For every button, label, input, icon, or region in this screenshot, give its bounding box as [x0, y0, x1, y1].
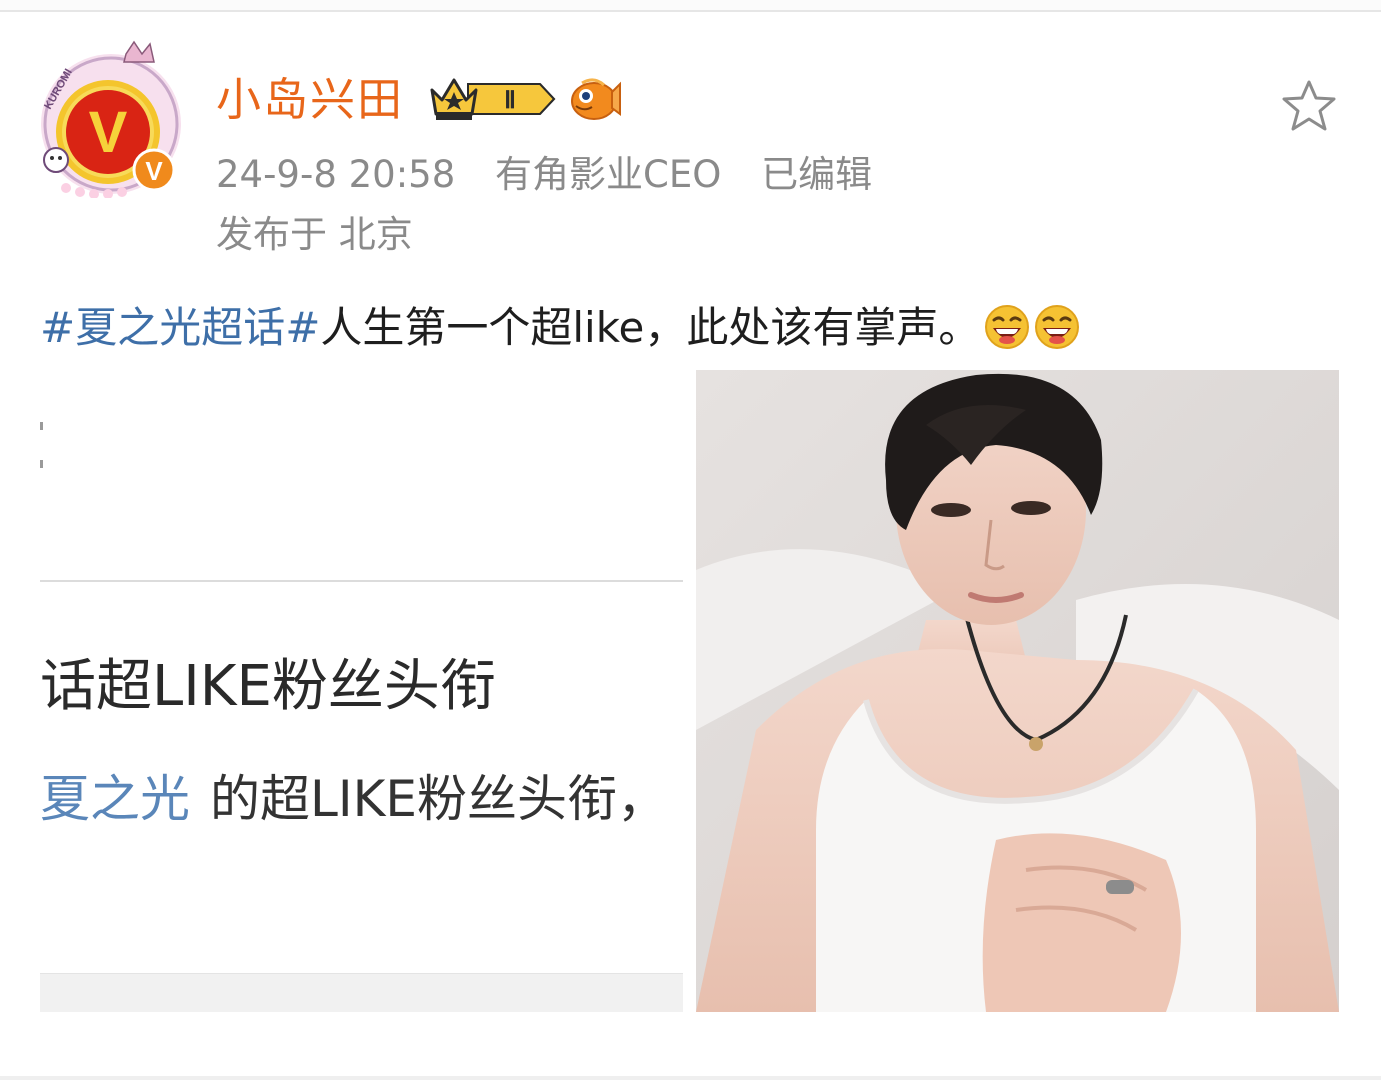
- post-content: #夏之光超话#人生第一个超like，此处该有掌声。: [40, 300, 1080, 356]
- crop-mark: [40, 460, 43, 468]
- image-desc-link: 夏之光: [40, 770, 190, 828]
- avatar-image: V V KUROMI: [41, 40, 181, 198]
- image-desc-body: 的超LIKE粉丝头衔，: [210, 770, 667, 828]
- username[interactable]: 小岛兴田: [216, 72, 404, 128]
- image-desc-text: 夏之光 的超LIKE粉丝头衔，: [40, 768, 667, 830]
- svg-text:V: V: [89, 100, 128, 165]
- post-body-text: 人生第一个超like，此处该有掌声。: [320, 303, 981, 352]
- post-location: 发布于 北京: [216, 213, 413, 256]
- favorite-star-button[interactable]: [1280, 78, 1338, 134]
- bottom-divider: [0, 1076, 1381, 1080]
- avatar[interactable]: V V KUROMI: [36, 40, 186, 198]
- post-image-2[interactable]: [696, 370, 1339, 1012]
- crop-mark: [40, 422, 43, 430]
- level-text: Ⅱ: [504, 88, 516, 114]
- image-title-text: 话超LIKE粉丝头衔: [40, 654, 496, 719]
- topic-link[interactable]: #夏之光超话#: [40, 303, 320, 352]
- post-timestamp: 24-9-8 20:58: [216, 153, 456, 196]
- laughing-emoji-icon: [985, 305, 1030, 349]
- fish-icon[interactable]: [566, 74, 622, 124]
- crown-badge-icon[interactable]: Ⅱ: [428, 74, 558, 124]
- image-divider: [40, 580, 683, 582]
- top-border: [0, 0, 1381, 12]
- laughing-emoji-icon: [1035, 305, 1080, 349]
- post-meta: 24-9-8 20:58 有角影业CEO 已编辑: [216, 152, 900, 198]
- post-image-1[interactable]: 话超LIKE粉丝头衔 夏之光 的超LIKE粉丝头衔，: [40, 370, 683, 1012]
- svg-text:V: V: [145, 156, 163, 186]
- image-footer-bar: [40, 973, 683, 1012]
- star-outline-icon: [1282, 80, 1336, 131]
- portrait-photo: [696, 370, 1339, 1012]
- edited-label[interactable]: 已编辑: [761, 153, 872, 196]
- author-title: 有角影业CEO: [495, 153, 722, 196]
